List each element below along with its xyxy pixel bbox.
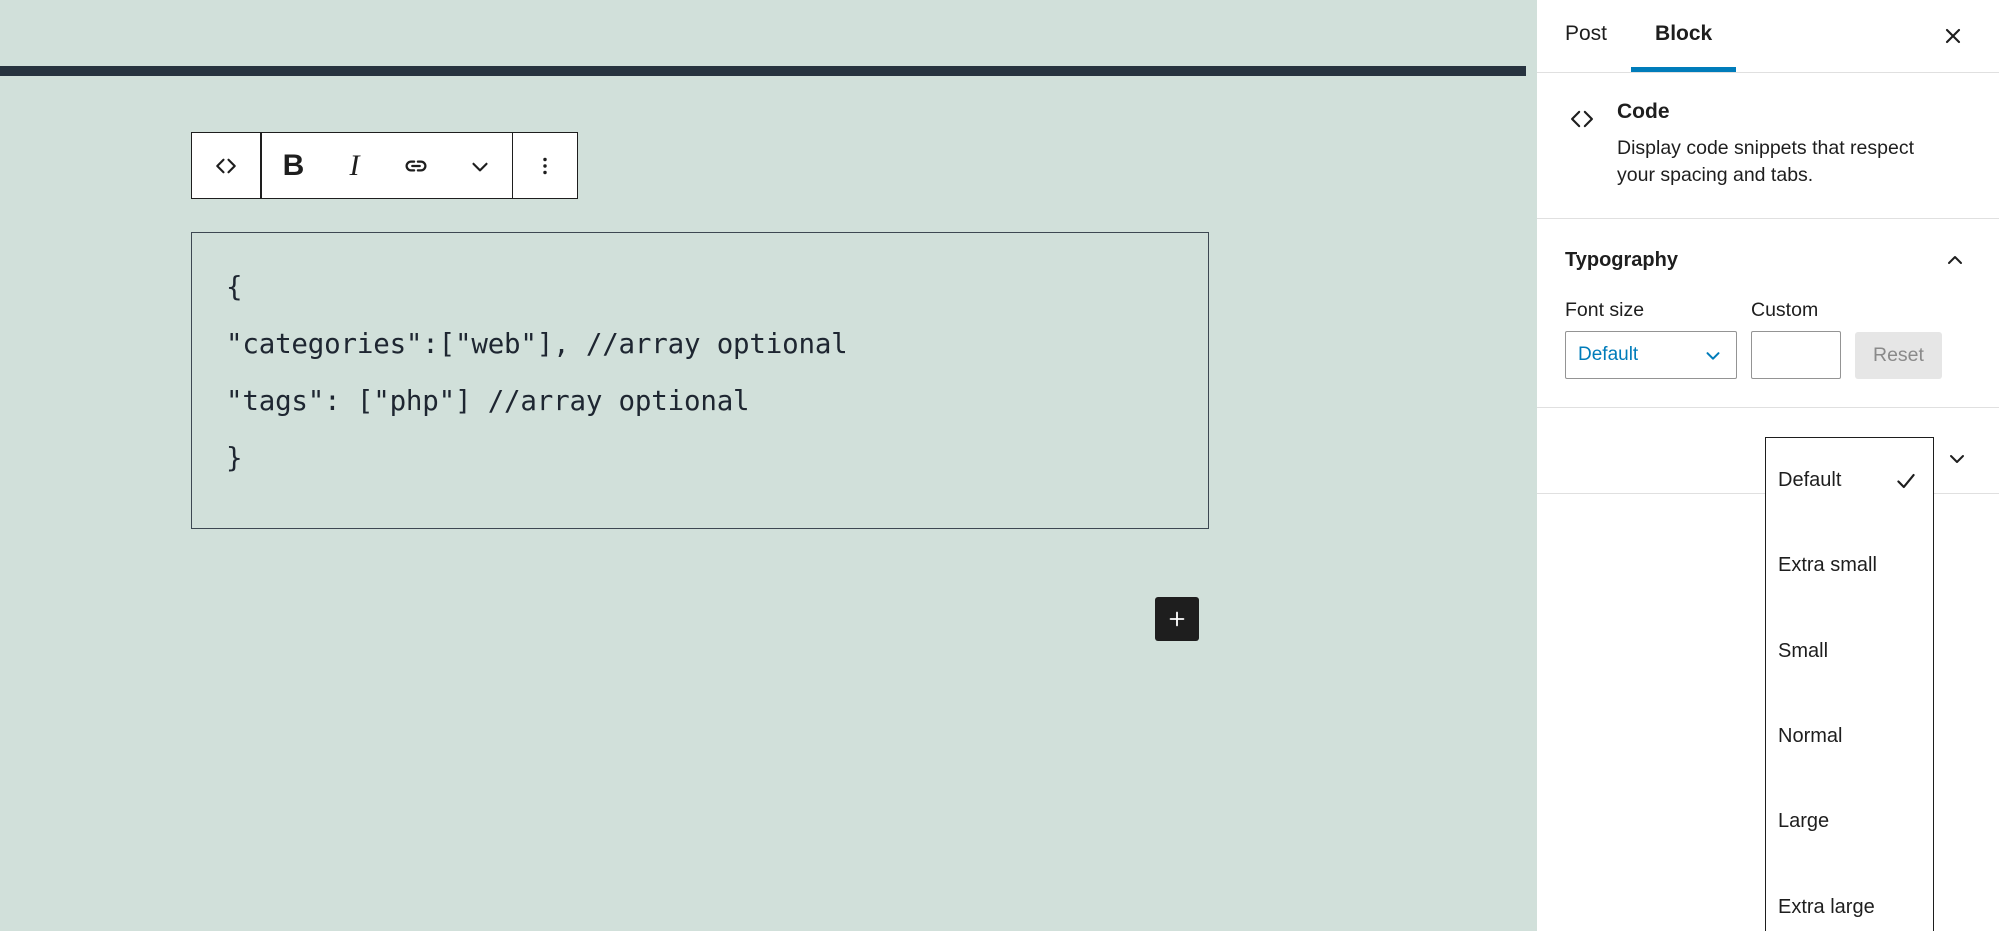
- italic-label: I: [349, 148, 360, 182]
- tab-post[interactable]: Post: [1537, 0, 1631, 72]
- font-size-option[interactable]: Small: [1766, 609, 1933, 694]
- font-size-option-label: Extra large: [1778, 895, 1875, 918]
- font-size-option-label: Extra small: [1778, 554, 1877, 577]
- typography-panel-title: Typography: [1565, 249, 1678, 272]
- link-button[interactable]: [384, 133, 448, 198]
- bold-button[interactable]: B: [262, 133, 326, 198]
- link-icon: [405, 160, 426, 171]
- block-card: Code Display code snippets that respect …: [1537, 73, 1999, 219]
- font-size-option[interactable]: Extra large: [1766, 864, 1933, 931]
- chevron-up-icon: [1948, 255, 1962, 264]
- code-block[interactable]: { "categories":["web"], //array optional…: [191, 232, 1209, 529]
- code-brackets-icon: [216, 158, 236, 173]
- font-size-option-label: Normal: [1778, 725, 1843, 748]
- code-block-content[interactable]: { "categories":["web"], //array optional…: [226, 259, 1174, 487]
- typography-panel-toggle[interactable]: [1939, 245, 1971, 277]
- font-size-option-label: Default: [1778, 469, 1842, 492]
- font-size-select-value: Default: [1578, 343, 1639, 365]
- font-size-option[interactable]: Default: [1766, 438, 1933, 523]
- block-type-code-button[interactable]: [192, 133, 260, 198]
- italic-button[interactable]: I: [326, 133, 384, 198]
- block-description: Display code snippets that respect your …: [1617, 137, 1914, 186]
- font-size-option-label: Small: [1778, 639, 1829, 662]
- add-block-button[interactable]: [1155, 597, 1199, 641]
- font-size-option[interactable]: Extra small: [1766, 523, 1933, 608]
- block-title: Code: [1617, 100, 1670, 123]
- tab-block[interactable]: Block: [1631, 0, 1737, 72]
- font-size-dropdown-menu: Default Extra small Small Normal Large Extra …: [1765, 437, 1934, 931]
- chevron-down-icon: [1950, 454, 1964, 463]
- font-size-option[interactable]: Large: [1766, 779, 1933, 864]
- custom-font-size-field: Custom: [1751, 299, 1841, 379]
- block-card-text: Code Display code snippets that respect …: [1617, 99, 1917, 188]
- formatting-group: B I: [262, 133, 512, 198]
- block-options-button[interactable]: [513, 133, 577, 198]
- block-toolbar: B I: [191, 132, 578, 199]
- vertical-dots-icon: [543, 157, 547, 174]
- bold-label: B: [282, 148, 305, 182]
- close-sidebar-button[interactable]: [1929, 12, 1977, 60]
- font-size-option[interactable]: Normal: [1766, 694, 1933, 779]
- close-icon: [1945, 28, 1961, 44]
- font-size-controls: Font size Default Custom Reset: [1565, 299, 1971, 379]
- secondary-panel-toggle[interactable]: [1941, 442, 1973, 474]
- reset-button[interactable]: Reset: [1855, 331, 1942, 379]
- more-formatting-button[interactable]: [448, 133, 512, 198]
- custom-label: Custom: [1751, 298, 1819, 321]
- font-size-select[interactable]: Default: [1565, 330, 1737, 379]
- typography-panel-header[interactable]: Typography: [1565, 245, 1971, 277]
- plus-icon: [1169, 611, 1185, 627]
- check-icon: [1893, 468, 1919, 494]
- sidebar-tabs: Post Block: [1537, 0, 1999, 73]
- editor-canvas: B I {"categories":["web"], //array opti…: [0, 0, 1537, 931]
- code-icon: [1565, 99, 1599, 188]
- chevron-down-icon: [1702, 344, 1724, 366]
- editor-top-rule: [0, 66, 1526, 76]
- font-size-option-label: Large: [1778, 810, 1830, 833]
- font-size-field: Font size Default: [1565, 299, 1737, 379]
- font-size-label: Font size: [1565, 298, 1645, 321]
- custom-font-size-input[interactable]: [1751, 330, 1841, 379]
- typography-panel: Typography Font size Default Custom Rese…: [1537, 219, 1999, 408]
- chevron-down-icon: [471, 162, 488, 171]
